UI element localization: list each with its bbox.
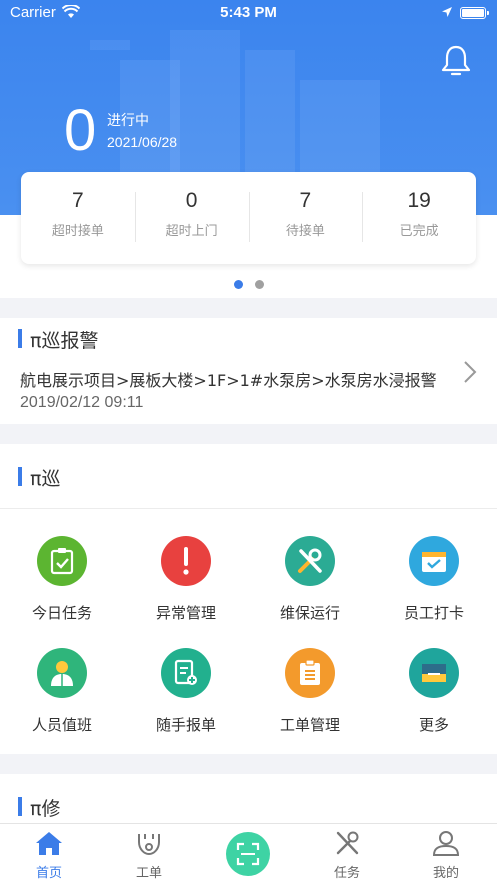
tab-mine[interactable]: 我的 xyxy=(401,830,491,881)
status-bar: Carrier 5:43 PM xyxy=(0,0,497,26)
stat-label: 已完成 xyxy=(399,224,439,239)
location-arrow-icon xyxy=(442,7,452,17)
user-icon xyxy=(432,831,460,856)
tab-task[interactable]: 任务 xyxy=(302,830,392,881)
alarm-section-title: π巡报警 xyxy=(18,326,98,353)
grid-item-label: 今日任务 xyxy=(31,604,92,622)
tab-label: 工单 xyxy=(135,866,162,881)
home-icon xyxy=(36,832,62,855)
stats-card: 7 超时接单 0 超时上门 7 待接单 19 已完成 xyxy=(21,172,476,264)
stat-pending[interactable]: 7 待接单 xyxy=(248,172,363,264)
grid-item-clock-in[interactable]: 员工打卡 xyxy=(372,536,496,623)
workorder-icon xyxy=(138,834,160,856)
patrol-section-title: π巡 xyxy=(18,464,60,491)
exclamation-icon xyxy=(161,536,211,586)
grid-item-workorder-manage[interactable]: 工单管理 xyxy=(248,648,372,735)
stat-label: 待接单 xyxy=(285,224,325,239)
tab-label: 我的 xyxy=(432,866,459,881)
clock: 5:43 PM xyxy=(220,4,277,21)
alarm-location[interactable]: 航电展示项目>展板大楼>1F>1#水泵房>水泵房水浸报警 xyxy=(20,367,450,391)
grid-item-more[interactable]: 更多 xyxy=(372,648,496,735)
grid-item-label: 工单管理 xyxy=(279,716,340,734)
grid-item-exception[interactable]: 异常管理 xyxy=(124,536,248,623)
grid-item-label: 随手报单 xyxy=(155,716,216,734)
page-indicator[interactable] xyxy=(0,280,497,289)
grid-item-today-task[interactable]: 今日任务 xyxy=(0,536,124,623)
page-dot-active[interactable] xyxy=(233,280,243,289)
tab-label: 任务 xyxy=(333,866,360,881)
battery-icon xyxy=(460,7,489,19)
stat-value: 7 xyxy=(72,189,84,212)
scan-button[interactable] xyxy=(226,832,270,876)
tools-icon xyxy=(285,536,335,586)
grid-item-duty[interactable]: 人员值班 xyxy=(0,648,124,735)
grid-item-label: 异常管理 xyxy=(155,604,216,622)
box-icon xyxy=(409,648,459,698)
document-add-icon xyxy=(161,648,211,698)
stat-value: 0 xyxy=(185,189,198,212)
divider xyxy=(0,508,497,509)
summary-date: 2021/06/28 xyxy=(107,134,178,150)
grid-item-maintenance[interactable]: 维保运行 xyxy=(248,536,372,623)
alarm-time: 2019/02/12 09:11 xyxy=(20,394,144,411)
page-dot[interactable] xyxy=(254,280,264,289)
grid-item-label: 更多 xyxy=(418,716,449,734)
calendar-check-icon xyxy=(409,536,459,586)
stat-overtime-visit[interactable]: 0 超时上门 xyxy=(134,172,249,264)
repair-section-title: π修 xyxy=(18,794,60,821)
grid-item-label: 员工打卡 xyxy=(403,604,464,622)
stat-label: 超时接单 xyxy=(51,224,104,239)
stat-value: 19 xyxy=(407,189,431,212)
person-icon xyxy=(37,648,87,698)
tab-label: 首页 xyxy=(35,866,62,881)
grid-item-label: 人员值班 xyxy=(31,716,92,734)
tab-workorder[interactable]: 工单 xyxy=(104,830,194,881)
clipboard-check-icon xyxy=(37,536,87,586)
chevron-right-icon[interactable] xyxy=(462,360,478,384)
in-progress-count: 0 xyxy=(64,98,97,163)
stat-completed[interactable]: 19 已完成 xyxy=(362,172,476,264)
stat-overtime-accept[interactable]: 7 超时接单 xyxy=(21,172,135,264)
scan-icon xyxy=(236,842,260,866)
tab-bar: 首页 工单 任务 我的 xyxy=(0,823,497,883)
clipboard-list-icon xyxy=(285,648,335,698)
in-progress-label: 进行中 xyxy=(107,113,149,129)
tab-home[interactable]: 首页 xyxy=(4,830,94,881)
grid-item-quick-report[interactable]: 随手报单 xyxy=(124,648,248,735)
bell-icon[interactable] xyxy=(440,44,472,78)
stat-value: 7 xyxy=(299,189,312,212)
tools-icon xyxy=(336,831,359,855)
stat-label: 超时上门 xyxy=(165,224,218,239)
grid-item-label: 维保运行 xyxy=(279,604,340,622)
